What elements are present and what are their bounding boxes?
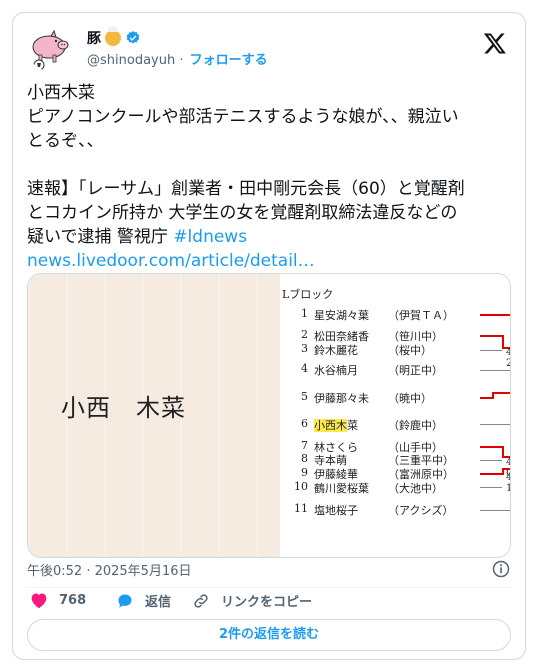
handle-row: @shinodayuh · フォローする [87, 49, 268, 68]
copy-link-button[interactable]: リンクをコピー [191, 591, 312, 610]
bracket-line [480, 350, 502, 351]
bracket-line [480, 473, 504, 475]
display-name[interactable]: 豚 [87, 26, 141, 48]
action-bar: 768 返信 リンクをコピー [27, 591, 511, 613]
tweet-line-6: とコカイン所持か 大学生の女を覚醒剤取締法違反などの [27, 203, 458, 223]
copy-link-label: リンクをコピー [221, 595, 313, 610]
tweet-timestamp[interactable]: 午後0:52 · 2025年5月16日 [27, 560, 192, 579]
emoji-badge-icon [105, 26, 121, 46]
reply-bubble-icon [118, 593, 132, 608]
like-count: 768 [59, 592, 87, 608]
bracket-line [480, 487, 502, 488]
tweet-line-3: とるぞ、、 [27, 131, 104, 151]
avatar[interactable] [27, 27, 75, 71]
tweet-header: 豚 @shinodayuh · フォローする [27, 26, 511, 71]
highlighted-name: 小西木 [314, 419, 347, 432]
verified-badge-icon [126, 31, 140, 44]
tweet-text: 小西木菜 ピアノコンクールや部活テニスするような娘が、、親泣い とるぞ、、 速報… [27, 81, 513, 273]
pig-avatar-icon [27, 27, 75, 71]
tweet-line-7: 疑いで逮捕 警視庁 [27, 227, 174, 247]
bracket-line [480, 446, 504, 448]
name-card-text: 小西 木菜 [61, 394, 186, 422]
tweet-line-5: 速報】「レーサム」創業者・田中剛元会長（60）と覚醒剤 [27, 179, 465, 199]
reply-button[interactable]: 返信 [115, 591, 171, 610]
reply-label: 返信 [145, 595, 172, 610]
article-link[interactable]: news.livedoor.com/article/detail… [27, 251, 315, 271]
bracket-line [480, 314, 510, 316]
hashtag-link[interactable]: #ldnews [173, 227, 247, 247]
divider [27, 587, 511, 588]
bracket-line [480, 460, 502, 461]
display-name-text[interactable]: 豚 [87, 28, 101, 48]
bracket-line [480, 510, 510, 511]
tweet-card: 豚 @shinodayuh · フォローする 小西木菜 ピアノコンクールや部活テ… [12, 12, 526, 660]
bracket-title: Lブロック [282, 288, 334, 301]
like-button[interactable]: 768 [29, 591, 86, 609]
tweet-line-2: ピアノコンクールや部活テニスするような娘が、、親泣い [27, 107, 459, 127]
bracket-line [480, 335, 504, 337]
bracket-line [502, 468, 510, 470]
match-score: 4-1 [506, 472, 510, 494]
tweet-line-1: 小西木菜 [27, 83, 95, 103]
read-replies-button[interactable]: 2件の返信を読む [27, 619, 511, 651]
link-icon [194, 593, 208, 608]
bracket-line [480, 370, 510, 371]
separator: · [179, 53, 184, 68]
info-icon[interactable] [491, 559, 511, 579]
name-card-image: 小西 木菜 [28, 274, 280, 557]
bracket-line [480, 424, 510, 425]
handle[interactable]: @shinodayuh [87, 53, 175, 68]
heart-icon [31, 593, 47, 609]
bracket-line [492, 392, 510, 394]
tournament-bracket: Lブロック 1 星安湖々葉 （伊賀ＴＡ） 2 松田奈緒香 （笹川中） 3 鈴木麗… [280, 274, 510, 557]
x-logo-icon[interactable] [483, 31, 507, 55]
follow-button[interactable]: フォローする [190, 53, 268, 68]
tweet-media-image[interactable]: 小西 木菜 Lブロック 1 星安湖々葉 （伊賀ＴＡ） 2 松田奈緒香 （笹川中）… [27, 273, 511, 558]
match-score: 4-2 [506, 347, 510, 369]
